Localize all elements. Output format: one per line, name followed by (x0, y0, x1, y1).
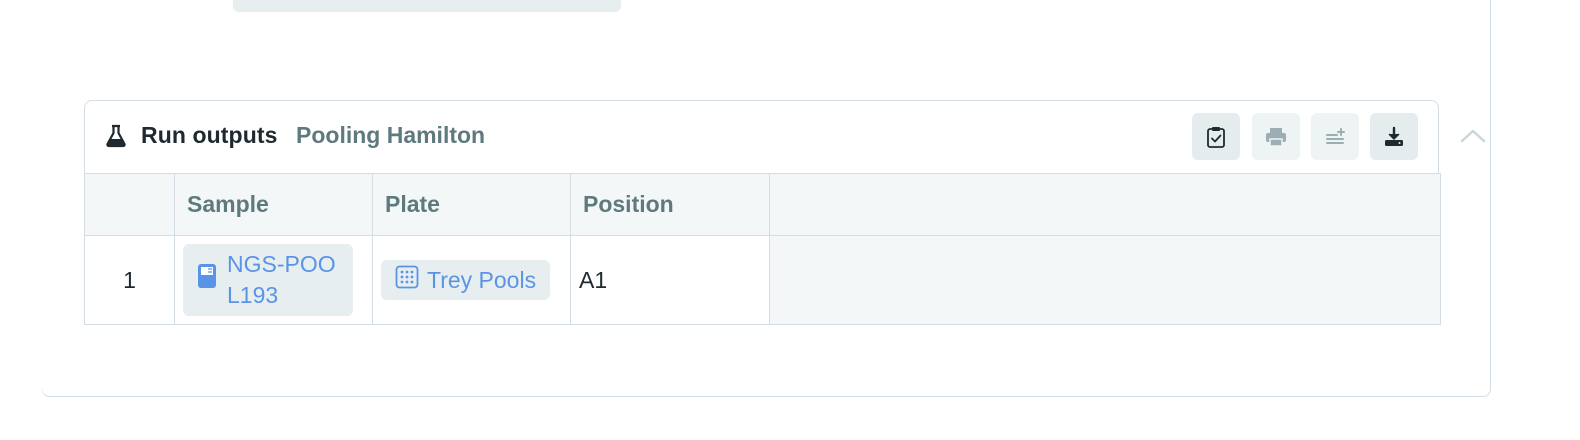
run-outputs-title: Run outputs (141, 122, 278, 148)
plate-cell: Trey Pools (372, 235, 571, 325)
filler-cell (769, 235, 1441, 325)
flask-icon (104, 124, 128, 148)
table-header-row: Sample Plate Position (84, 173, 1441, 236)
plate-link[interactable]: Trey Pools (381, 260, 551, 300)
printer-icon (1265, 126, 1287, 148)
download-button[interactable] (1370, 113, 1418, 160)
sliders-add-icon (1324, 127, 1346, 147)
clipboard-check-icon (1206, 126, 1226, 148)
column-header-filler (769, 173, 1441, 236)
collapse-button[interactable] (1458, 124, 1488, 152)
sample-link[interactable]: NGS-POOL193 (183, 244, 353, 316)
sample-cell: NGS-POOL193 (174, 235, 373, 325)
column-header-index (84, 173, 175, 236)
run-outputs-table: Sample Plate Position 1 NGS-POOL193 Trey… (84, 173, 1441, 325)
table-row: 1 NGS-POOL193 Trey Pools A1 (84, 235, 1441, 325)
row-index: 1 (84, 235, 175, 325)
plate-label: Trey Pools (427, 266, 537, 293)
tube-icon (197, 263, 217, 297)
sample-label: NGS-POOL193 (227, 251, 336, 308)
download-icon (1383, 126, 1405, 148)
column-header-plate[interactable]: Plate (372, 173, 571, 236)
run-outputs-subtitle: Pooling Hamilton (296, 122, 486, 148)
column-header-position[interactable]: Position (570, 173, 770, 236)
column-header-sample[interactable]: Sample (174, 173, 373, 236)
validate-button[interactable] (1192, 113, 1240, 160)
position-cell[interactable]: A1 (570, 235, 770, 325)
truncated-field (233, 0, 621, 12)
chevron-up-icon (1459, 128, 1487, 149)
columns-button[interactable] (1311, 113, 1359, 160)
plate-grid-icon (395, 265, 419, 295)
print-button[interactable] (1252, 113, 1300, 160)
